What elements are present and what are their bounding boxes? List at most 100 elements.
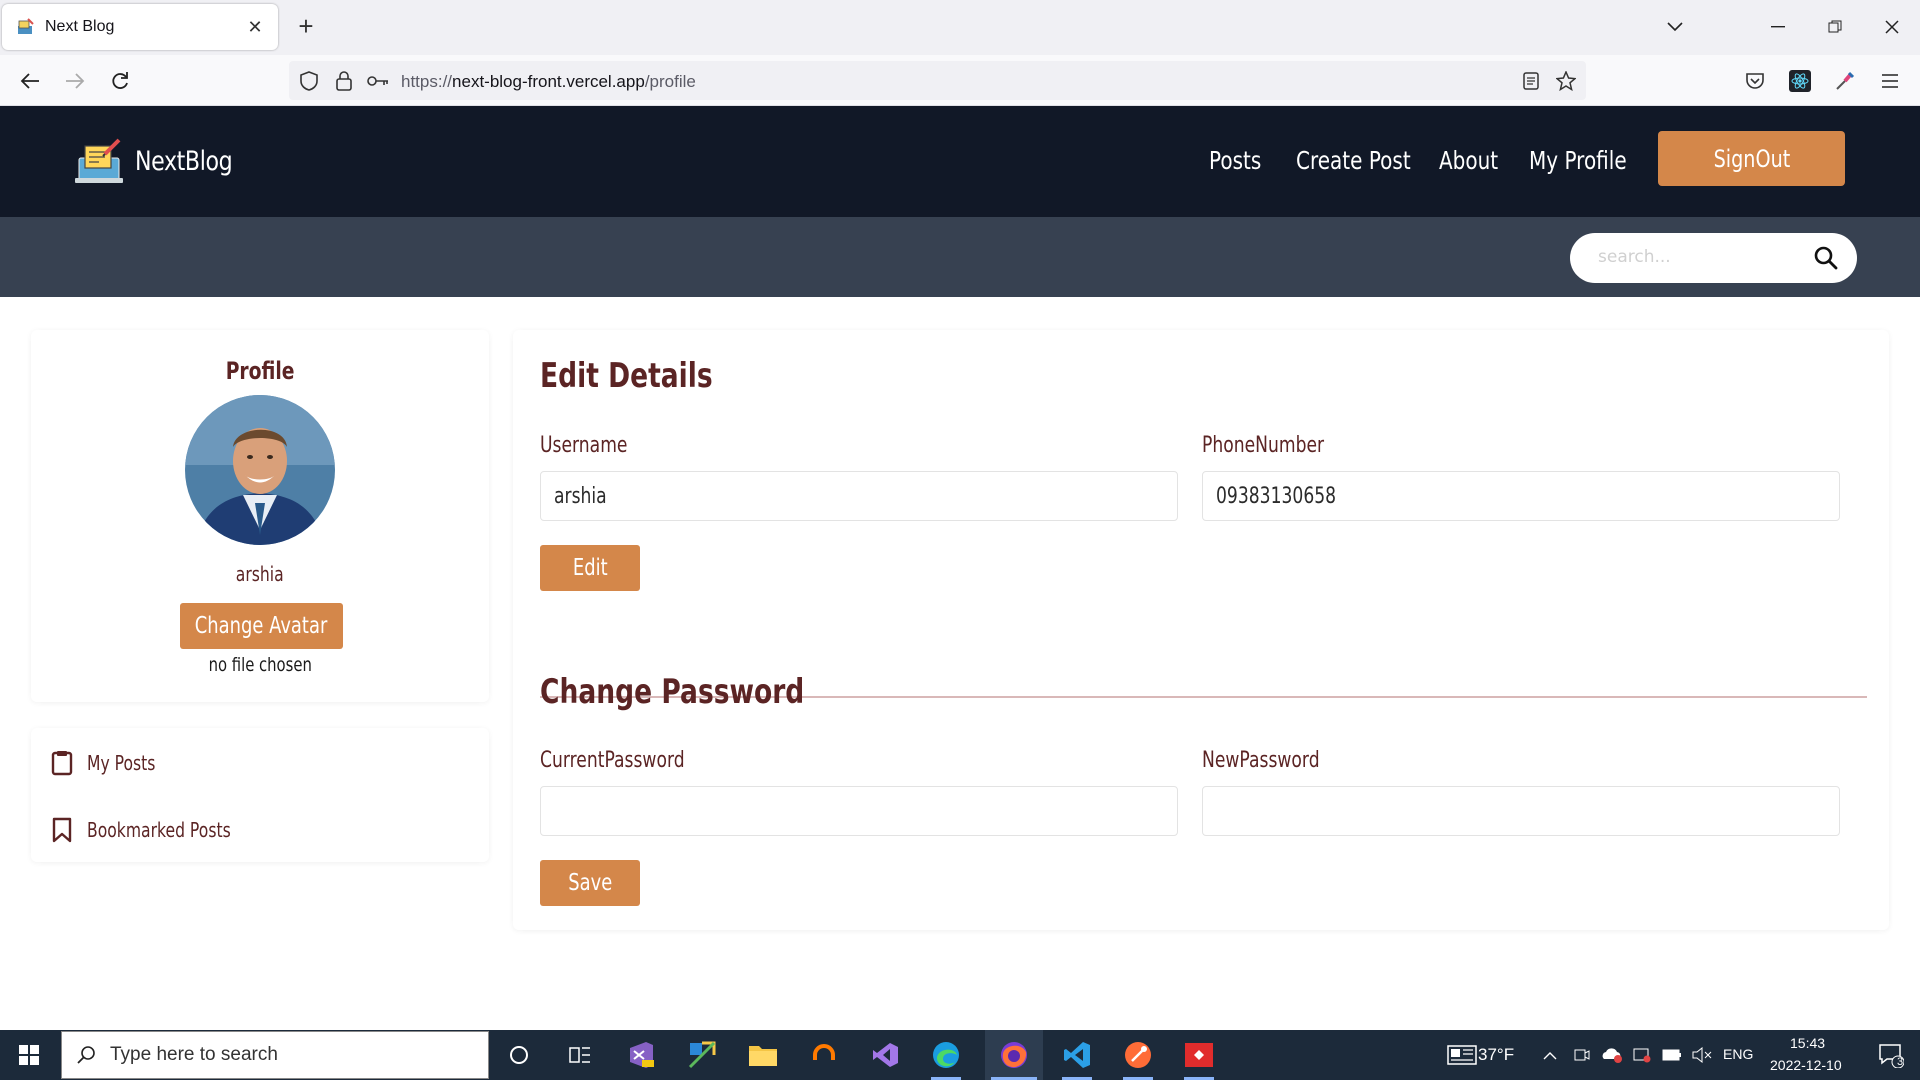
site-header: NextBlog Posts Create Post About My Prof… xyxy=(0,106,1920,217)
windows-start-icon[interactable] xyxy=(0,1030,58,1080)
sidebar-item-my-posts[interactable]: My Posts xyxy=(51,750,175,776)
clock-time[interactable]: 15:43 xyxy=(1790,1035,1825,1051)
shield-icon[interactable] xyxy=(297,69,321,93)
reader-view-icon[interactable] xyxy=(1519,69,1543,93)
react-devtools-icon[interactable] xyxy=(1784,65,1816,97)
hamburger-menu-icon[interactable] xyxy=(1874,65,1906,97)
anydesk-icon[interactable] xyxy=(1170,1030,1228,1080)
tab-close-icon[interactable]: ✕ xyxy=(246,17,264,38)
avatar xyxy=(185,395,335,545)
edit-button[interactable]: Edit xyxy=(540,545,640,591)
new-tab-button[interactable]: + xyxy=(292,11,320,43)
file-chosen-status: no file chosen xyxy=(31,654,489,677)
sidebar-item-label: Bookmarked Posts xyxy=(87,818,231,842)
nav-my-profile[interactable]: My Profile xyxy=(1529,146,1627,175)
weather-temperature[interactable]: 37°F xyxy=(1478,1045,1514,1065)
url-host: next-blog-front.vercel.app xyxy=(452,72,645,91)
edit-button-label: Edit xyxy=(572,555,608,581)
meet-now-icon[interactable] xyxy=(1567,1030,1597,1080)
browser-tab[interactable]: Next Blog ✕ xyxy=(2,4,278,50)
url-text[interactable]: https://next-blog-front.vercel.app/profi… xyxy=(401,72,696,92)
nav-create-post[interactable]: Create Post xyxy=(1296,146,1411,175)
eyedropper-icon[interactable] xyxy=(1829,65,1861,97)
nav-about[interactable]: About xyxy=(1439,146,1498,175)
new-password-input[interactable] xyxy=(1202,786,1840,836)
phone-value: 09383130658 xyxy=(1216,484,1337,509)
battery-icon[interactable] xyxy=(1657,1030,1687,1080)
edit-card: Edit Details Username arshia PhoneNumber… xyxy=(513,330,1889,930)
volume-muted-icon[interactable] xyxy=(1687,1030,1717,1080)
url-bar[interactable]: https://next-blog-front.vercel.app/profi… xyxy=(289,61,1586,100)
nav-posts[interactable]: Posts xyxy=(1209,146,1261,175)
new-password-label: NewPassword xyxy=(1202,748,1320,773)
signout-button[interactable]: SignOut xyxy=(1658,131,1845,186)
bookmark-icon xyxy=(52,817,72,843)
change-password-title: Change Password xyxy=(540,672,805,712)
blog-logo-icon xyxy=(75,138,123,183)
phone-label: PhoneNumber xyxy=(1202,433,1325,458)
tab-title: Next Blog xyxy=(45,18,115,35)
sidebar-item-label: My Posts xyxy=(87,751,156,775)
firefox-icon[interactable] xyxy=(985,1030,1043,1080)
back-arrow-icon[interactable] xyxy=(14,65,46,97)
tab-list-chevron-icon[interactable] xyxy=(1660,12,1690,42)
blog-favicon-icon xyxy=(18,18,34,34)
phone-input[interactable]: 09383130658 xyxy=(1202,471,1840,521)
signout-label: SignOut xyxy=(1713,144,1790,173)
vscode-icon[interactable] xyxy=(1048,1030,1106,1080)
search-input[interactable] xyxy=(1598,247,1798,267)
username-value: arshia xyxy=(554,484,607,509)
task-view-icon[interactable] xyxy=(551,1030,609,1080)
bookmark-star-icon[interactable] xyxy=(1554,69,1578,93)
cortana-icon[interactable] xyxy=(490,1030,548,1080)
browser-toolbar: https://next-blog-front.vercel.app/profi… xyxy=(0,55,1920,106)
save-button[interactable]: Save xyxy=(540,860,640,906)
windows-taskbar: Type here to search 37°F ENG 15:43 2022-… xyxy=(0,1030,1920,1080)
forward-arrow-icon[interactable] xyxy=(59,65,91,97)
restore-icon[interactable] xyxy=(1820,12,1850,42)
taskbar-search-box[interactable]: Type here to search xyxy=(61,1031,489,1079)
file-explorer-icon[interactable] xyxy=(734,1030,792,1080)
file-chosen-text: no file chosen xyxy=(208,654,312,676)
search-icon[interactable] xyxy=(1813,245,1839,271)
visual-studio-preview-icon[interactable] xyxy=(612,1030,670,1080)
lock-icon[interactable] xyxy=(332,69,356,93)
language-indicator[interactable]: ENG xyxy=(1723,1046,1753,1062)
sidebar-item-bookmarked-posts[interactable]: Bookmarked Posts xyxy=(51,817,271,843)
url-path: /profile xyxy=(644,72,696,91)
snip-sketch-icon[interactable] xyxy=(673,1030,731,1080)
current-password-label: CurrentPassword xyxy=(540,748,685,773)
document-icon xyxy=(51,751,73,776)
postman-icon[interactable] xyxy=(1109,1030,1167,1080)
brand-link[interactable]: NextBlog xyxy=(75,136,254,186)
minimize-icon[interactable] xyxy=(1763,12,1793,42)
notification-center-icon[interactable]: 3 xyxy=(1862,1030,1920,1080)
window-close-icon[interactable] xyxy=(1877,12,1907,42)
tray-chevron-icon[interactable] xyxy=(1535,1030,1565,1080)
taskbar-search-icon xyxy=(77,1046,95,1064)
current-password-input[interactable] xyxy=(540,786,1178,836)
clock-date[interactable]: 2022-12-10 xyxy=(1770,1057,1842,1073)
defender-icon[interactable] xyxy=(1627,1030,1657,1080)
brand-name: NextBlog xyxy=(135,145,233,177)
reload-icon[interactable] xyxy=(104,65,136,97)
taskbar-search-placeholder: Type here to search xyxy=(110,1044,278,1065)
profile-card: Profile arshia Change Avatar no file cho… xyxy=(31,330,489,702)
change-avatar-button[interactable]: Change Avatar xyxy=(180,603,343,649)
notification-count: 3 xyxy=(1897,1056,1904,1068)
profile-title: Profile xyxy=(31,357,489,386)
onedrive-error-icon[interactable] xyxy=(1597,1030,1627,1080)
search-strip xyxy=(0,217,1920,297)
pocket-icon[interactable] xyxy=(1739,65,1771,97)
browser-tab-bar: Next Blog ✕ + xyxy=(0,0,1920,55)
change-avatar-label: Change Avatar xyxy=(195,613,328,639)
profile-links-card: My Posts Bookmarked Posts xyxy=(31,728,489,862)
profile-title-text: Profile xyxy=(225,357,295,385)
username-input[interactable]: arshia xyxy=(540,471,1178,521)
key-icon[interactable] xyxy=(366,69,390,93)
visual-studio-icon[interactable] xyxy=(856,1030,914,1080)
edge-icon[interactable] xyxy=(917,1030,975,1080)
headset-app-icon[interactable] xyxy=(795,1030,853,1080)
profile-username: arshia xyxy=(31,562,489,587)
avatar-photo xyxy=(185,395,335,545)
